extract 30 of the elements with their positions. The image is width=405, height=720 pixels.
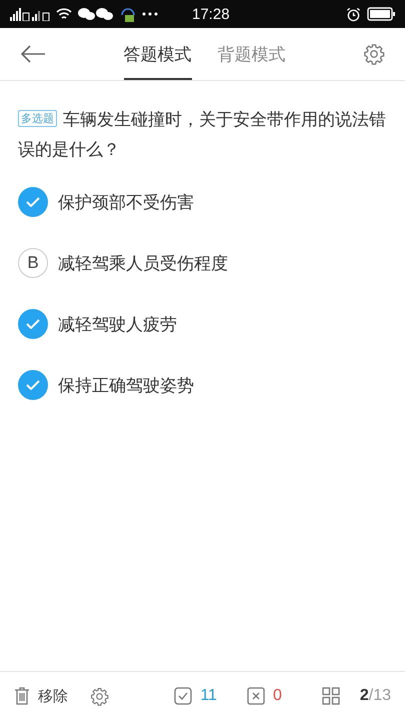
checkbox-icon [174,687,192,705]
battery-icon [367,7,395,21]
total-count: /13 [368,687,391,705]
remove-label[interactable]: 移除 [38,686,68,706]
check-icon[interactable] [18,187,48,217]
correct-count: 11 [200,687,217,705]
status-time: 17:28 [192,6,230,22]
grid-icon[interactable] [322,687,340,705]
chat-icon [78,7,114,21]
check-icon[interactable] [18,309,48,339]
check-icon[interactable] [18,370,48,400]
option-text[interactable]: 减轻驾乘人员受伤程度 [58,252,228,274]
settings-icon[interactable] [90,686,109,706]
wifi-icon [56,7,72,21]
option-text[interactable]: 保持正确驾驶姿势 [58,374,194,396]
settings-icon[interactable] [363,43,385,65]
option-text[interactable]: 保护颈部不受伤害 [58,190,194,214]
back-arrow-icon[interactable] [20,45,46,63]
option-text[interactable]: 减轻驾驶人疲劳 [58,312,177,336]
wrong-count: 0 [272,687,282,705]
signal-icon [10,7,50,21]
alarm-icon [346,6,361,22]
more-icon [142,12,158,16]
current-number: 2 [360,687,369,705]
option-letter[interactable]: B [18,248,48,278]
question-text: 多选题 车辆发生碰撞时，关于安全带作用的说法错误的是什么？ [18,109,387,162]
trash-icon[interactable] [14,687,30,705]
mode-tab[interactable]: 答题模式 [124,32,192,80]
mode-tab[interactable]: 背题模式 [218,32,286,80]
cross-box-icon [246,687,265,705]
